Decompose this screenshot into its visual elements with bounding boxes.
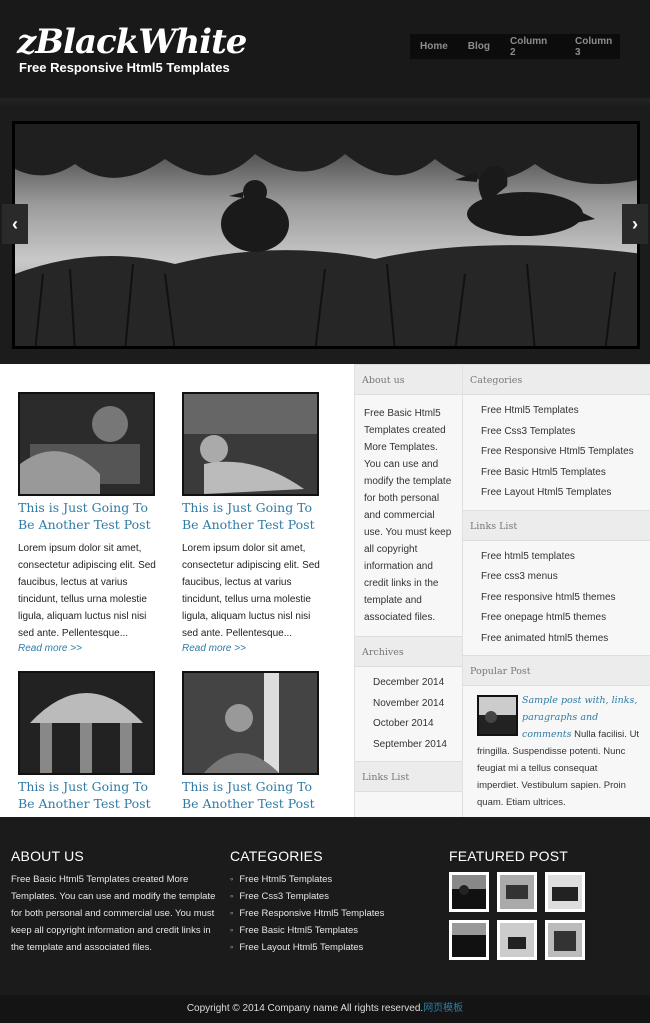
links-list: Free html5 templates Free css3 menus Fre… <box>463 541 650 656</box>
popular-post: Sample post with, links, paragraphs and … <box>463 686 650 811</box>
sidebar-right: Categories Free Html5 Templates Free Css… <box>463 364 650 817</box>
copyright-bar: Copyright © 2014 Company name All rights… <box>0 995 650 1023</box>
read-more-link[interactable]: Read more >> <box>182 643 322 654</box>
post-title[interactable]: This is Just Going To Be Another Test Po… <box>182 778 322 812</box>
featured-thumbnail[interactable] <box>497 920 537 960</box>
main-nav: Home Blog Column 2 Column 3 <box>410 34 620 59</box>
nav-column-2[interactable]: Column 2 <box>510 36 555 58</box>
footer-category-item[interactable]: Free Html5 Templates <box>230 871 430 888</box>
footer-categories-list: Free Html5 Templates Free Css3 Templates… <box>230 871 430 956</box>
about-us-text: Free Basic Html5 Templates created More … <box>364 408 452 623</box>
archive-item[interactable]: October 2014 <box>373 714 462 735</box>
post-thumbnail[interactable] <box>182 392 319 496</box>
links-list-heading: Links List <box>463 509 650 541</box>
site-footer: ABOUT US Free Basic Html5 Templates crea… <box>0 817 650 995</box>
post-title[interactable]: This is Just Going To Be Another Test Po… <box>182 499 322 533</box>
footer-categories: CATEGORIES Free Html5 Templates Free Css… <box>230 848 430 956</box>
copyright-link[interactable]: 网页模板 <box>423 1003 463 1014</box>
link-item[interactable]: Free html5 templates <box>481 547 650 568</box>
featured-thumbnail[interactable] <box>449 872 489 912</box>
link-item[interactable]: Free responsive html5 themes <box>481 588 650 609</box>
category-item[interactable]: Free Layout Html5 Templates <box>481 483 650 504</box>
footer-featured-heading: FEATURED POST <box>449 848 569 864</box>
category-item[interactable]: Free Responsive Html5 Templates <box>481 442 650 463</box>
post-card: This is Just Going To Be Another Test Po… <box>18 671 158 812</box>
link-item[interactable]: Free onepage html5 themes <box>481 608 650 629</box>
featured-thumbnail[interactable] <box>497 872 537 912</box>
post-card: This is Just Going To Be Another Test Po… <box>182 671 322 812</box>
archive-item[interactable]: December 2014 <box>373 673 462 694</box>
nav-column-3[interactable]: Column 3 <box>575 36 620 58</box>
link-item[interactable]: Free css3 menus <box>481 567 650 588</box>
links-list-heading: Links List <box>355 761 462 792</box>
footer-category-item[interactable]: Free Responsive Html5 Templates <box>230 905 430 922</box>
slider-next-button[interactable]: › <box>622 204 648 244</box>
footer-category-item[interactable]: Free Basic Html5 Templates <box>230 922 430 939</box>
footer-category-item[interactable]: Free Layout Html5 Templates <box>230 939 430 956</box>
main-content: This is Just Going To Be Another Test Po… <box>0 364 354 817</box>
footer-category-item[interactable]: Free Css3 Templates <box>230 888 430 905</box>
logo-subtitle: Free Responsive Html5 Templates <box>19 60 230 75</box>
archive-item[interactable]: November 2014 <box>373 694 462 715</box>
site-header: zBlackWhite Free Responsive Html5 Templa… <box>0 0 650 102</box>
logo-title[interactable]: zBlackWhite <box>17 22 247 62</box>
slider-image <box>12 121 640 349</box>
post-thumbnail[interactable] <box>182 671 319 775</box>
post-thumbnail[interactable] <box>18 671 155 775</box>
category-item[interactable]: Free Basic Html5 Templates <box>481 463 650 484</box>
post-card: This is Just Going To Be Another Test Po… <box>18 392 158 654</box>
featured-thumbnail[interactable] <box>545 872 585 912</box>
footer-about: ABOUT US Free Basic Html5 Templates crea… <box>11 848 221 956</box>
categories-heading: Categories <box>463 364 650 395</box>
post-title[interactable]: This is Just Going To Be Another Test Po… <box>18 499 158 533</box>
post-thumbnail[interactable] <box>18 392 155 496</box>
archives-heading: Archives <box>355 636 462 667</box>
footer-about-heading: ABOUT US <box>11 848 84 864</box>
featured-thumbnails <box>449 872 599 960</box>
footer-categories-heading: CATEGORIES <box>230 848 323 864</box>
popular-post-heading: Popular Post <box>463 655 650 686</box>
nav-blog[interactable]: Blog <box>468 41 490 52</box>
categories-list: Free Html5 Templates Free Css3 Templates… <box>463 395 650 510</box>
read-more-link[interactable]: Read more >> <box>18 643 158 654</box>
footer-featured: FEATURED POST <box>449 848 599 960</box>
popular-post-text: Nulla facilisi. Ut fringilla. Suspendiss… <box>477 729 640 808</box>
post-excerpt: Lorem ipsum dolor sit amet, consectetur … <box>18 543 156 639</box>
category-item[interactable]: Free Html5 Templates <box>481 401 650 422</box>
archives-list: December 2014 November 2014 October 2014… <box>355 667 462 761</box>
slider-section: ‹ › <box>0 106 650 364</box>
post-excerpt: Lorem ipsum dolor sit amet, consectetur … <box>182 543 320 639</box>
featured-thumbnail[interactable] <box>449 920 489 960</box>
featured-thumbnail[interactable] <box>545 920 585 960</box>
post-card: This is Just Going To Be Another Test Po… <box>182 392 322 654</box>
slider-prev-button[interactable]: ‹ <box>2 204 28 244</box>
post-title[interactable]: This is Just Going To Be Another Test Po… <box>18 778 158 812</box>
footer-about-text: Free Basic Html5 Templates created More … <box>11 874 216 953</box>
archive-item[interactable]: September 2014 <box>373 735 462 756</box>
nav-home[interactable]: Home <box>420 41 448 52</box>
copyright-text: Copyright © 2014 Company name All rights… <box>186 1003 424 1014</box>
about-us-heading: About us <box>355 364 462 395</box>
link-item[interactable]: Free animated html5 themes <box>481 629 650 650</box>
sidebar-left: About us Free Basic Html5 Templates crea… <box>354 364 463 817</box>
popular-post-thumbnail[interactable] <box>477 695 518 736</box>
ducks-photo <box>15 124 637 346</box>
category-item[interactable]: Free Css3 Templates <box>481 422 650 443</box>
